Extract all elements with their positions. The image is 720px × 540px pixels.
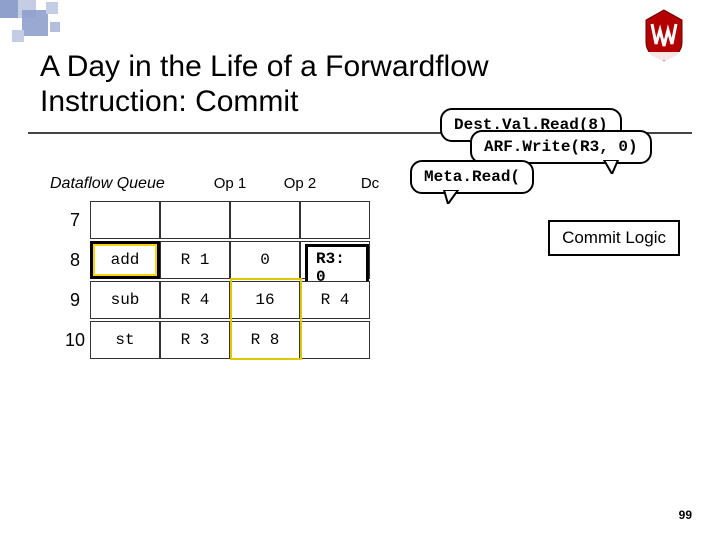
instr-cell: sub [90,281,160,319]
row-index: 7 [60,210,90,231]
dest-cell: R3: 0 [300,241,370,279]
table-row: 10 st R 3 R 8 [60,320,370,360]
row-index: 8 [60,250,90,271]
dest-cell: R 4 [300,281,370,319]
op1-cell [160,201,230,239]
row-index: 10 [60,330,90,351]
instr-cell: add [90,241,160,279]
commit-logic-label: Commit Logic [562,228,666,247]
col-op2: Op 2 [265,175,335,192]
table-row: 7 [60,200,370,240]
slide-number: 99 [679,508,692,522]
arf-callout: ARF.Write(R3, 0) [470,130,652,164]
arf-text: ARF.Write(R3, 0) [484,138,638,156]
meta-text: Meta.Read( [424,168,520,186]
instr-cell: st [90,321,160,359]
meta-callout: Meta.Read( [410,160,534,194]
dataflow-queue-table: 7 8 add R 1 0 R3: 0 9 sub R 4 16 R 4 10 … [60,200,370,360]
corner-decoration [0,0,140,50]
op1-cell: R 3 [160,321,230,359]
col-op1: Op 1 [195,175,265,192]
col-dc: Dc [335,175,405,192]
op1-cell: R 4 [160,281,230,319]
meta-callout-tail [442,190,460,204]
instr-cell [90,201,160,239]
dest-cell [300,201,370,239]
arf-callout-tail [602,160,620,174]
table-row: 8 add R 1 0 R3: 0 [60,240,370,280]
column-headers: Op 1 Op 2 Dc [195,175,405,192]
table-row: 9 sub R 4 16 R 4 [60,280,370,320]
op2-cell [230,201,300,239]
dataflow-queue-label: Dataflow Queue [50,175,165,193]
op2-cell: 0 [230,241,300,279]
op2-cell: R 8 [230,321,300,359]
dest-cell [300,321,370,359]
commit-logic-box: Commit Logic [548,220,680,256]
op1-cell: R 1 [160,241,230,279]
uw-logo [638,8,690,62]
op2-cell: 16 [230,281,300,319]
row-index: 9 [60,290,90,311]
